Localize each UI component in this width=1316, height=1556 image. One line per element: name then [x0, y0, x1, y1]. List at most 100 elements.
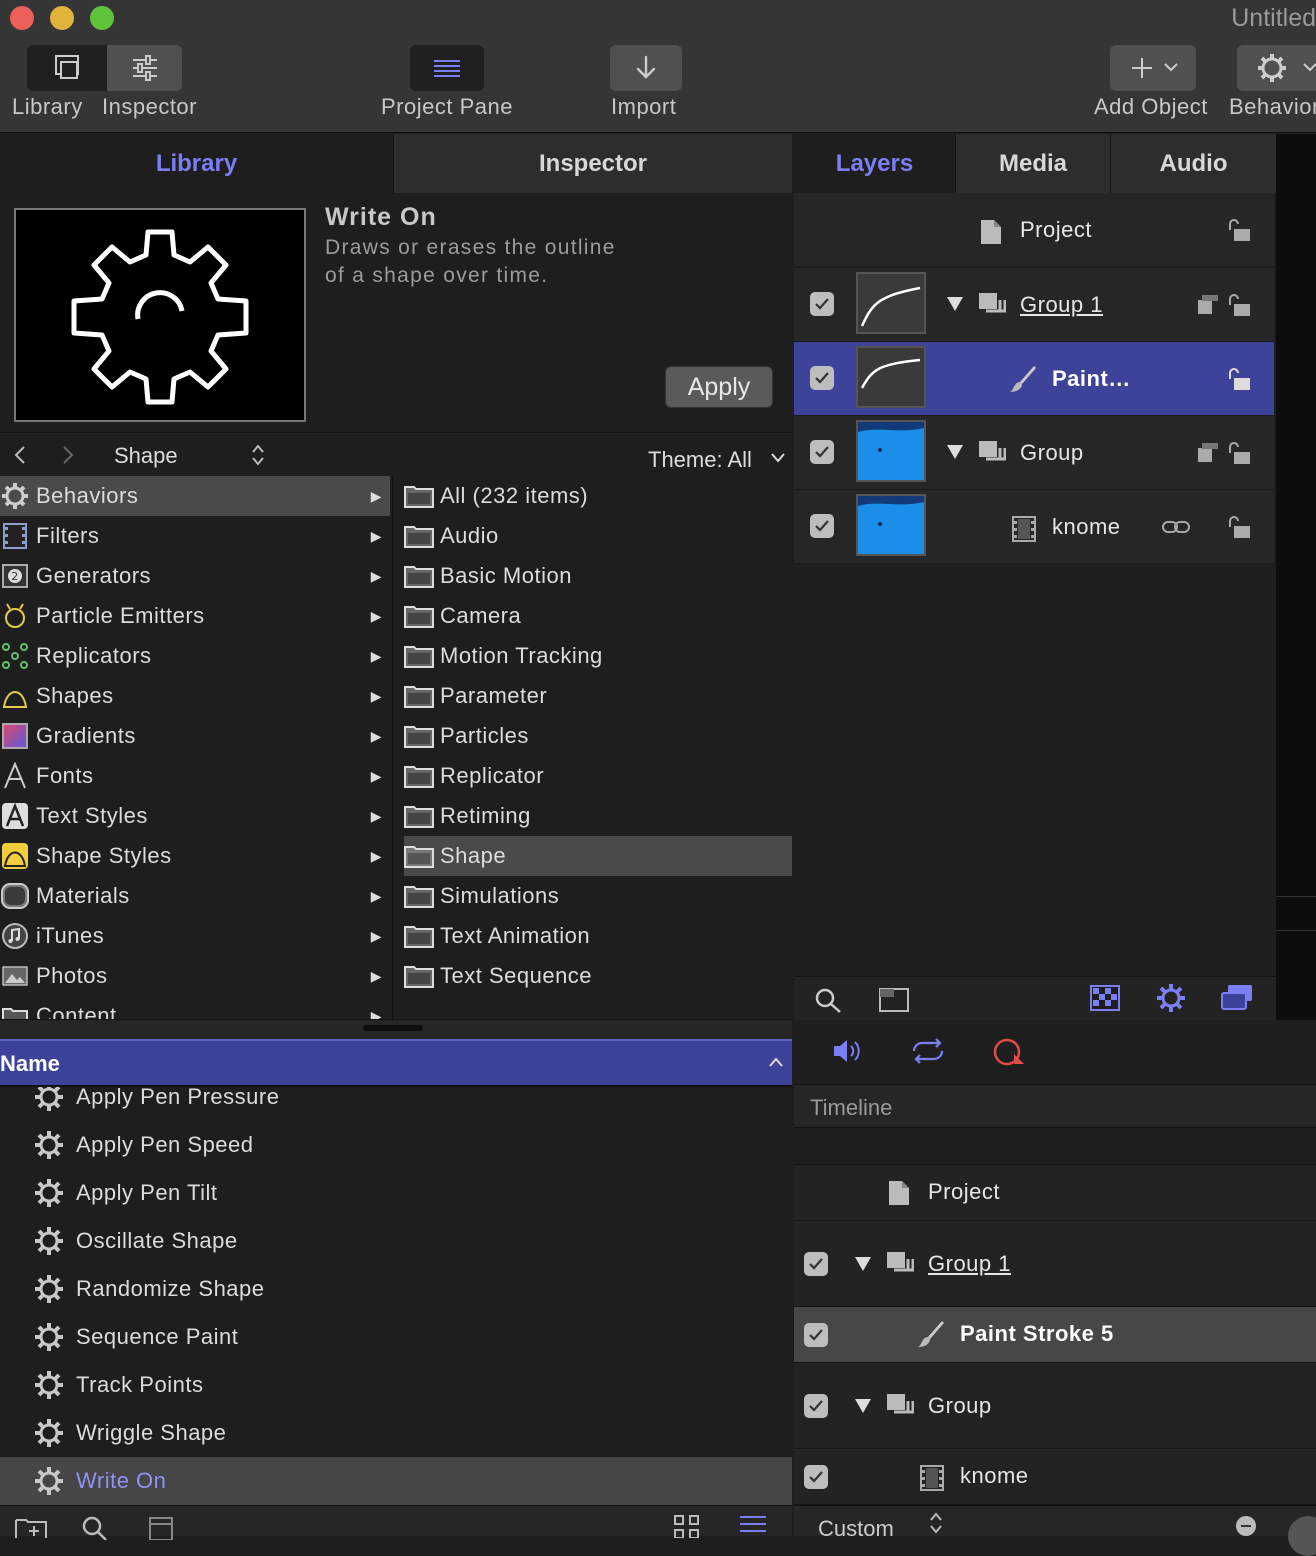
lock-open-icon[interactable] [1226, 219, 1252, 243]
timeline-row-project[interactable]: Project [794, 1165, 1316, 1221]
zoom-slider-knob[interactable] [1288, 1516, 1316, 1556]
folder-camera[interactable]: Camera [404, 596, 792, 636]
apply-button[interactable]: Apply [665, 366, 773, 408]
folder-parameter[interactable]: Parameter [404, 676, 792, 716]
folder-basic-motion[interactable]: Basic Motion [404, 556, 792, 596]
layer-row-paint-stroke[interactable]: Paint… [794, 342, 1274, 416]
category-shapes[interactable]: Shapes ▶ [0, 676, 390, 716]
disclosure-triangle-icon[interactable] [946, 296, 964, 312]
zoom-preset-popup[interactable]: Custom [818, 1516, 894, 1542]
layer-visibility-checkbox[interactable] [810, 514, 834, 538]
category-shape-styles[interactable]: Shape Styles ▶ [0, 836, 390, 876]
timeline-visibility-checkbox[interactable] [804, 1252, 828, 1276]
lock-open-icon[interactable] [1226, 294, 1252, 318]
behavior-toggle-button[interactable] [1156, 983, 1186, 1013]
close-window-button[interactable] [10, 6, 34, 30]
layer-row-project[interactable]: Project [794, 193, 1274, 267]
zoom-window-button[interactable] [90, 6, 114, 30]
category-fonts[interactable]: Fonts ▶ [0, 756, 390, 796]
timeline-visibility-checkbox[interactable] [804, 1323, 828, 1347]
folder-simulations[interactable]: Simulations [404, 876, 792, 916]
audio-toggle-button[interactable] [832, 1036, 864, 1066]
folder-text-sequence[interactable]: Text Sequence [404, 956, 792, 996]
folder-particles[interactable]: Particles [404, 716, 792, 756]
disclosure-triangle-icon[interactable] [854, 1398, 872, 1414]
timeline-row-group-1[interactable]: Group 1 [794, 1221, 1316, 1307]
minimize-window-button[interactable] [50, 6, 74, 30]
timeline-row-paint-stroke[interactable]: Paint Stroke 5 [794, 1307, 1316, 1363]
thumbnail-toggle-button[interactable] [878, 985, 910, 1013]
split-view-divider[interactable] [0, 1019, 792, 1039]
list-item[interactable]: Oscillate Shape [0, 1217, 792, 1265]
import-button[interactable] [610, 45, 682, 91]
category-generators[interactable]: 2 Generators ▶ [0, 556, 390, 596]
list-item-selected[interactable]: Write On [0, 1457, 792, 1505]
category-particle-emitters[interactable]: Particle Emitters ▶ [0, 596, 390, 636]
add-object-button[interactable] [1110, 45, 1196, 91]
folder-audio[interactable]: Audio [404, 516, 792, 556]
category-behaviors[interactable]: Behaviors ▶ [0, 476, 390, 516]
project-pane-button[interactable] [410, 45, 484, 91]
path-stepper[interactable] [250, 442, 266, 468]
folder-all[interactable]: All (232 items) [404, 476, 792, 516]
icon-view-button[interactable] [673, 1514, 701, 1538]
folder-text-animation[interactable]: Text Animation [404, 916, 792, 956]
preview-toggle-button[interactable] [148, 1516, 174, 1540]
name-column-header[interactable]: Name [0, 1051, 60, 1077]
category-itunes[interactable]: iTunes ▶ [0, 916, 390, 956]
layer-visibility-checkbox[interactable] [810, 366, 834, 390]
timeline-row-knome[interactable]: knome [794, 1449, 1316, 1505]
list-item[interactable]: Apply Pen Speed [0, 1121, 792, 1169]
back-button[interactable] [12, 443, 32, 467]
category-filters[interactable]: Filters ▶ [0, 516, 390, 556]
category-text-styles[interactable]: Text Styles ▶ [0, 796, 390, 836]
search-button[interactable] [814, 987, 842, 1013]
library-toggle-button[interactable] [27, 45, 107, 91]
folder-retiming[interactable]: Retiming [404, 796, 792, 836]
list-item[interactable]: Wriggle Shape [0, 1409, 792, 1457]
category-photos[interactable]: Photos ▶ [0, 956, 390, 996]
new-folder-button[interactable] [14, 1514, 48, 1538]
layer-visibility-checkbox[interactable] [810, 292, 834, 316]
tab-media[interactable]: Media [955, 134, 1110, 193]
tab-audio[interactable]: Audio [1110, 134, 1276, 193]
record-button[interactable] [992, 1036, 1028, 1068]
lock-open-icon[interactable] [1226, 516, 1252, 540]
category-gradients[interactable]: Gradients ▶ [0, 716, 390, 756]
theme-popup[interactable]: Theme: All [648, 447, 752, 473]
zoom-out-button[interactable] [1234, 1514, 1262, 1538]
folder-motion-tracking[interactable]: Motion Tracking [404, 636, 792, 676]
loop-toggle-button[interactable] [910, 1036, 946, 1066]
list-item[interactable]: Randomize Shape [0, 1265, 792, 1313]
list-item[interactable]: Sequence Paint [0, 1313, 792, 1361]
layer-row-group-1[interactable]: Group 1 [794, 268, 1274, 342]
tab-library[interactable]: Library [0, 134, 393, 193]
list-item[interactable]: Apply Pen Tilt [0, 1169, 792, 1217]
masks-toggle-button[interactable] [1220, 983, 1254, 1013]
timeline-row-group[interactable]: Group [794, 1363, 1316, 1449]
tab-layers[interactable]: Layers [794, 134, 955, 193]
timeline-visibility-checkbox[interactable] [804, 1465, 828, 1489]
category-content[interactable]: Content ▶ [0, 996, 390, 1019]
checkerboard-button[interactable] [1090, 985, 1120, 1011]
list-item[interactable]: Apply Pen Pressure [0, 1087, 792, 1121]
category-replicators[interactable]: Replicators ▶ [0, 636, 390, 676]
lock-open-icon[interactable] [1226, 368, 1252, 392]
timeline-visibility-checkbox[interactable] [804, 1394, 828, 1418]
lock-open-icon[interactable] [1226, 442, 1252, 466]
layer-row-knome[interactable]: knome [794, 490, 1274, 564]
inspector-toggle-button[interactable] [107, 45, 182, 91]
tab-inspector[interactable]: Inspector [393, 134, 792, 193]
layer-row-group[interactable]: Group [794, 416, 1274, 490]
forward-button[interactable] [60, 443, 80, 467]
search-button[interactable] [82, 1516, 108, 1540]
layer-visibility-checkbox[interactable] [810, 440, 834, 464]
category-materials[interactable]: Materials ▶ [0, 876, 390, 916]
folder-replicator[interactable]: Replicator [404, 756, 792, 796]
folder-shape[interactable]: Shape [404, 836, 792, 876]
list-item[interactable]: Track Points [0, 1361, 792, 1409]
disclosure-triangle-icon[interactable] [854, 1256, 872, 1272]
path-label[interactable]: Shape [114, 443, 178, 469]
list-view-button[interactable] [738, 1514, 768, 1538]
behaviors-button[interactable] [1237, 45, 1316, 91]
